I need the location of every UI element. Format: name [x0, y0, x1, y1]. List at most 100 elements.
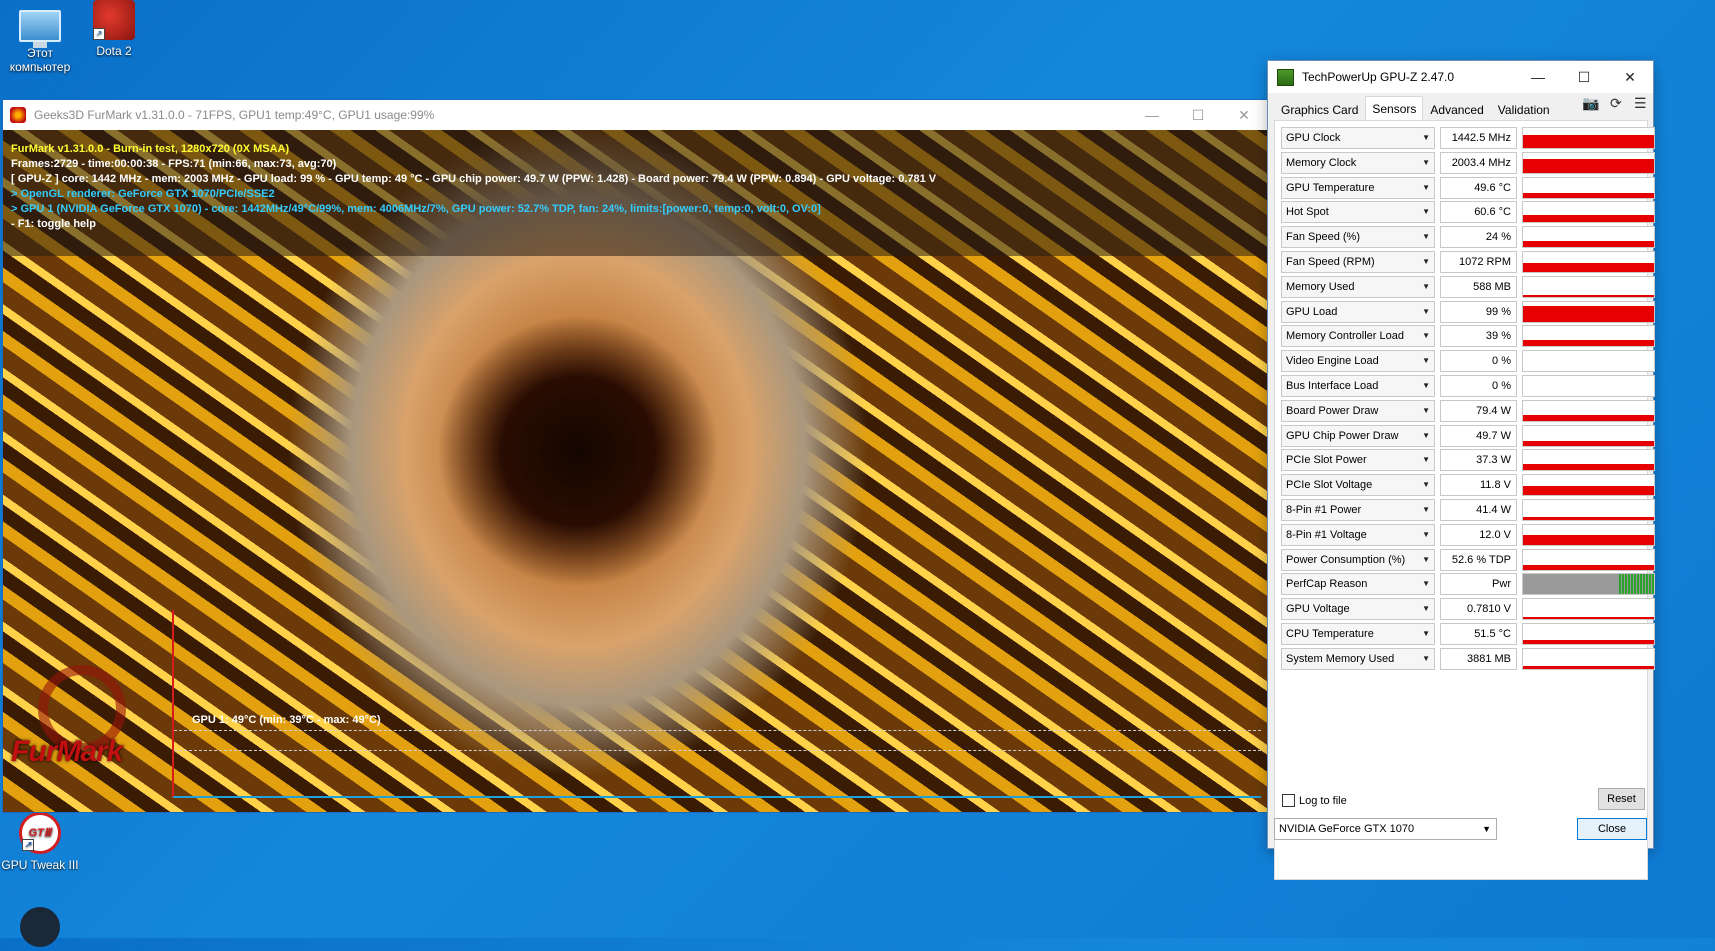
- sensor-name-dropdown[interactable]: CPU Temperature ▼: [1281, 623, 1435, 645]
- sensor-graph: [1522, 275, 1655, 298]
- sensor-value: 99 %: [1440, 300, 1517, 323]
- log-to-file-checkbox[interactable]: Log to file: [1282, 794, 1347, 807]
- sensor-name: Board Power Draw: [1286, 404, 1379, 417]
- furmark-titlebar[interactable]: Geeks3D FurMark v1.31.0.0 - 71FPS, GPU1 …: [3, 100, 1267, 130]
- sensor-name-dropdown[interactable]: GPU Clock ▼: [1281, 127, 1435, 149]
- tab-validation[interactable]: Validation: [1491, 98, 1557, 120]
- furmark-app-icon: [10, 107, 26, 123]
- sensor-graph-fill: [1619, 574, 1654, 595]
- sensor-graph-fill: [1523, 534, 1654, 545]
- sensor-name-dropdown[interactable]: Hot Spot ▼: [1281, 201, 1435, 224]
- sensor-name-dropdown[interactable]: Memory Used ▼: [1281, 275, 1435, 298]
- sensor-value: 24 %: [1440, 226, 1517, 249]
- chevron-down-icon: ▼: [1422, 157, 1430, 167]
- close-window-button[interactable]: Close: [1577, 818, 1647, 840]
- maximize-button[interactable]: ☐: [1175, 107, 1221, 124]
- gpuz-app-icon: [1277, 68, 1294, 86]
- sensor-value: 49.7 W: [1440, 424, 1517, 447]
- sensor-graph: [1522, 548, 1655, 571]
- computer-icon: [19, 10, 61, 48]
- minimize-button[interactable]: —: [1515, 69, 1561, 85]
- sensor-graph: [1522, 573, 1655, 596]
- sensor-graph-fill: [1523, 517, 1654, 520]
- maximize-button[interactable]: ☐: [1561, 69, 1607, 86]
- sensor-name-dropdown[interactable]: PerfCap Reason ▼: [1281, 573, 1435, 596]
- sensor-graph-fill: [1523, 215, 1654, 223]
- furmark-window[interactable]: Geeks3D FurMark v1.31.0.0 - 71FPS, GPU1 …: [3, 100, 1267, 812]
- sensor-value: 0 %: [1440, 350, 1517, 373]
- desktop-icon-steam[interactable]: [0, 907, 80, 951]
- chevron-down-icon: ▼: [1422, 405, 1430, 415]
- sensor-graph: [1522, 127, 1655, 149]
- sensor-name-dropdown[interactable]: GPU Temperature ▼: [1281, 176, 1435, 199]
- tab-sensors[interactable]: Sensors: [1365, 96, 1424, 120]
- sensor-row: 8-Pin #1 Voltage ▼ 12.0 V: [1281, 523, 1655, 546]
- sensor-name: GPU Load: [1286, 305, 1338, 318]
- close-button[interactable]: ✕: [1607, 69, 1653, 86]
- sensor-row: Board Power Draw ▼ 79.4 W: [1281, 399, 1655, 422]
- sensor-name-dropdown[interactable]: Memory Controller Load ▼: [1281, 325, 1435, 348]
- sensor-name-dropdown[interactable]: Memory Clock ▼: [1281, 151, 1435, 174]
- sensor-name-dropdown[interactable]: Power Consumption (%) ▼: [1281, 548, 1435, 571]
- sensor-name-dropdown[interactable]: Fan Speed (%) ▼: [1281, 226, 1435, 249]
- sensor-name-dropdown[interactable]: Fan Speed (RPM) ▼: [1281, 251, 1435, 273]
- chevron-down-icon: ▼: [1422, 331, 1430, 341]
- minimize-button[interactable]: —: [1129, 107, 1175, 123]
- sensor-name-dropdown[interactable]: PCIe Slot Voltage ▼: [1281, 474, 1435, 497]
- sensor-row: Video Engine Load ▼ 0 %: [1281, 350, 1655, 373]
- sensor-value: 49.6 °C: [1440, 176, 1517, 199]
- furmark-logo: FurMark: [11, 735, 123, 768]
- sensor-graph: [1522, 350, 1655, 373]
- sensor-graph-fill: [1523, 640, 1654, 644]
- sensor-value: 60.6 °C: [1440, 201, 1517, 224]
- tab-advanced[interactable]: Advanced: [1423, 98, 1490, 120]
- chevron-down-icon: ▼: [1422, 529, 1430, 539]
- chevron-down-icon: ▼: [1422, 133, 1430, 142]
- refresh-icon[interactable]: ⟳: [1610, 95, 1622, 112]
- sensor-graph: [1522, 523, 1655, 546]
- gpu-select-dropdown[interactable]: NVIDIA GeForce GTX 1070 ▼: [1274, 818, 1497, 840]
- sensor-name: GPU Clock: [1286, 132, 1341, 144]
- sensor-name-dropdown[interactable]: Board Power Draw ▼: [1281, 399, 1435, 422]
- sensor-value: 37.3 W: [1440, 449, 1517, 472]
- camera-icon[interactable]: 📷: [1582, 95, 1599, 112]
- gpu-tweak-glyph: GTⅢ: [28, 827, 52, 839]
- sensor-row: GPU Temperature ▼ 49.6 °C: [1281, 176, 1655, 199]
- furmark-info-line: - F1: toggle help: [11, 218, 96, 230]
- checkbox-box[interactable]: [1282, 794, 1295, 807]
- sensor-name: CPU Temperature: [1286, 628, 1374, 640]
- chevron-down-icon: ▼: [1422, 579, 1430, 589]
- sensor-name-dropdown[interactable]: GPU Load ▼: [1281, 300, 1435, 323]
- gpuz-titlebar[interactable]: TechPowerUp GPU-Z 2.47.0 — ☐ ✕: [1268, 61, 1653, 93]
- reset-button[interactable]: Reset: [1598, 788, 1645, 810]
- desktop-icon-label: Dota 2: [96, 44, 132, 58]
- furmark-info-line: > OpenGL renderer: GeForce GTX 1070/PCIe…: [11, 188, 275, 200]
- sensor-name-dropdown[interactable]: PCIe Slot Power ▼: [1281, 449, 1435, 472]
- chevron-down-icon: ▼: [1422, 207, 1430, 217]
- desktop-icon-gpu-tweak[interactable]: GTⅢ ↗ GPU Tweak III: [0, 812, 80, 872]
- sensor-row: Power Consumption (%) ▼ 52.6 % TDP: [1281, 548, 1655, 571]
- menu-icon[interactable]: ☰: [1634, 95, 1647, 112]
- sensor-row: Memory Controller Load ▼ 39 %: [1281, 325, 1655, 348]
- sensor-name-dropdown[interactable]: Bus Interface Load ▼: [1281, 375, 1435, 397]
- sensor-name-dropdown[interactable]: GPU Voltage ▼: [1281, 598, 1435, 621]
- sensor-row: CPU Temperature ▼ 51.5 °C: [1281, 623, 1655, 645]
- close-button[interactable]: ✕: [1221, 107, 1267, 124]
- gpuz-window-title: TechPowerUp GPU-Z 2.47.0: [1302, 70, 1455, 84]
- desktop-icon-this-pc[interactable]: Этот компьютер: [0, 4, 80, 74]
- chevron-down-icon: ▼: [1422, 356, 1430, 366]
- desktop-icon-dota2[interactable]: ↗ Dota 2: [74, 0, 154, 58]
- sensor-name-dropdown[interactable]: GPU Chip Power Draw ▼: [1281, 424, 1435, 447]
- sensor-graph-fill: [1523, 665, 1654, 669]
- sensor-name: Memory Clock: [1286, 156, 1357, 169]
- sensor-name-dropdown[interactable]: 8-Pin #1 Power ▼: [1281, 499, 1435, 521]
- gpuz-window[interactable]: TechPowerUp GPU-Z 2.47.0 — ☐ ✕ Graphics …: [1268, 61, 1655, 880]
- sensor-row: Bus Interface Load ▼ 0 %: [1281, 375, 1655, 397]
- sensor-name-dropdown[interactable]: System Memory Used ▼: [1281, 647, 1435, 670]
- tab-graphics-card[interactable]: Graphics Card: [1274, 98, 1365, 120]
- sensor-value: 3881 MB: [1440, 647, 1517, 670]
- sensor-name-dropdown[interactable]: Video Engine Load ▼: [1281, 350, 1435, 373]
- sensor-row: 8-Pin #1 Power ▼ 41.4 W: [1281, 499, 1655, 521]
- sensor-name-dropdown[interactable]: 8-Pin #1 Voltage ▼: [1281, 523, 1435, 546]
- chevron-down-icon: ▼: [1422, 455, 1430, 465]
